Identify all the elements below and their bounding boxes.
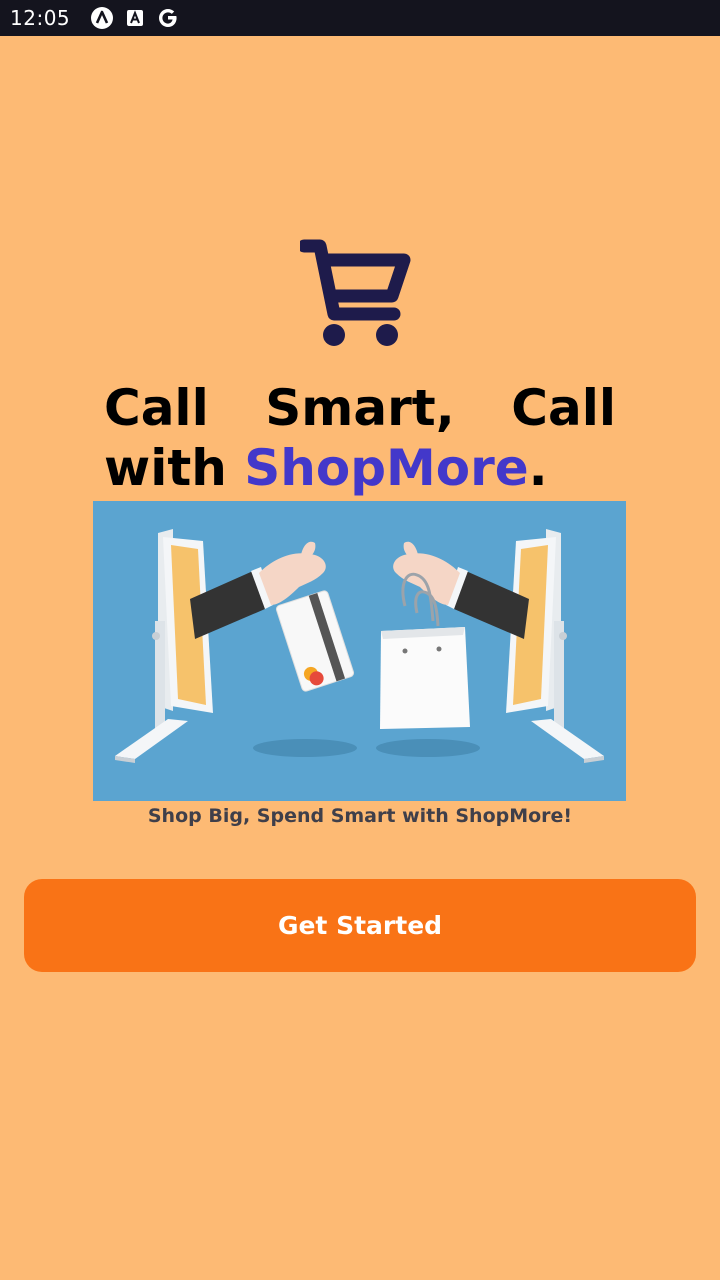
font-a-icon [123,6,147,30]
headline-brand: ShopMore [244,439,529,497]
headline-period: . [528,439,548,497]
headline: Call Smart, Call with ShopMore. [104,378,616,498]
tagline: Shop Big, Spend Smart with ShopMore! [147,805,573,827]
status-bar: 12:05 [0,0,720,36]
hero-image [93,501,626,801]
online-shopping-illustration [93,501,626,801]
google-g-icon [156,6,180,30]
assistant-a-icon [90,6,114,30]
shopping-cart-icon [297,238,412,348]
get-started-button[interactable]: Get Started [24,879,696,972]
status-time: 12:05 [10,6,71,30]
